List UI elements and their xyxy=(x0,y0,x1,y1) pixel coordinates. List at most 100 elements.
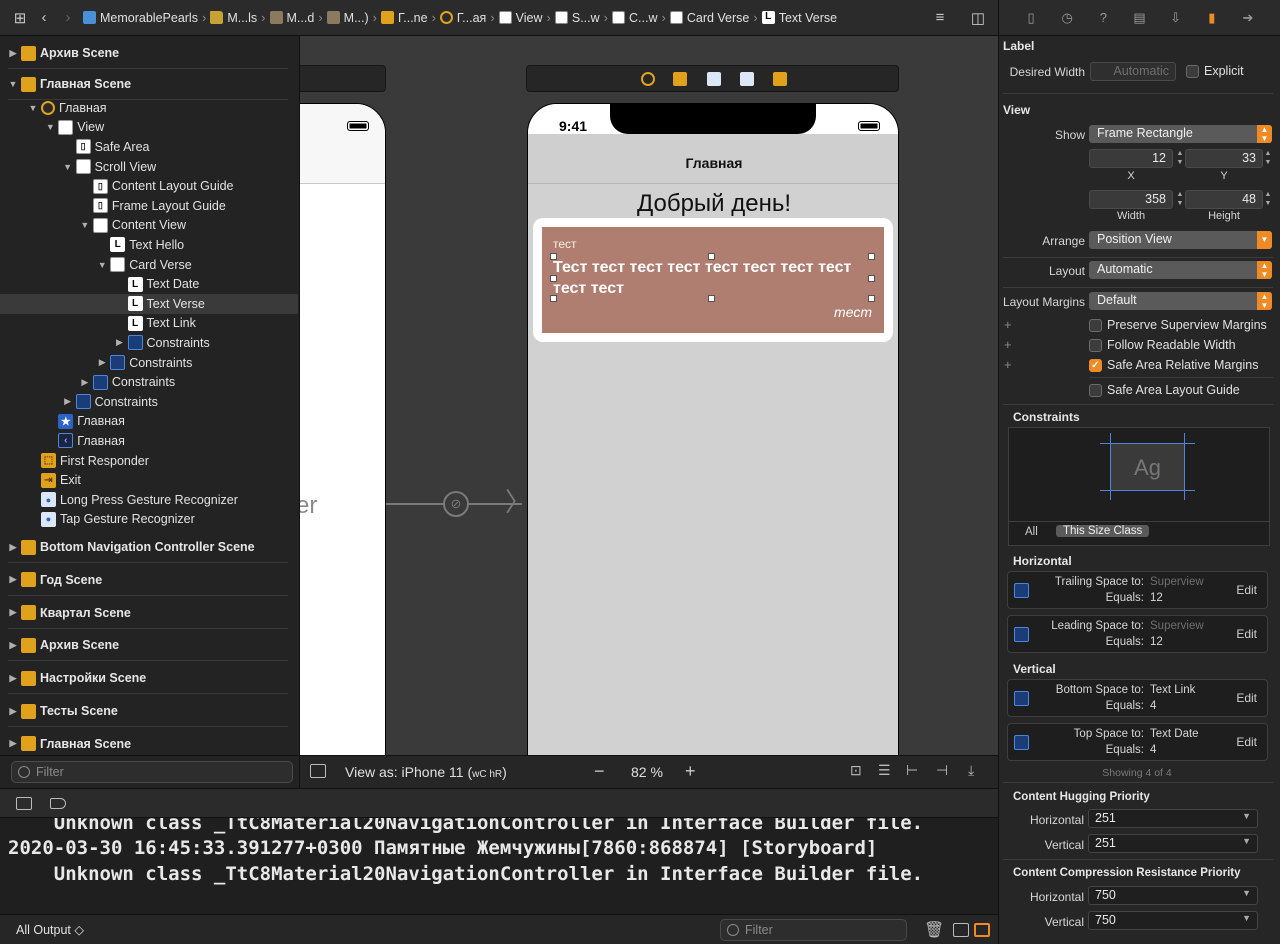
constraint-card-leading[interactable]: Leading Space to: Superview Equals: 12 E… xyxy=(1007,615,1268,653)
toggle-outline-icon[interactable] xyxy=(310,764,326,778)
scene-header[interactable]: ▼ Главная Scene xyxy=(8,73,288,95)
breadcrumb-localization[interactable]: M...) xyxy=(324,11,372,25)
outline-item[interactable]: ▯ Safe Area xyxy=(0,137,298,157)
edit-constraint-button[interactable]: Edit xyxy=(1236,691,1257,705)
text-date-label[interactable]: тест xyxy=(553,237,577,251)
breadcrumb-view-controller[interactable]: Г...ая xyxy=(437,11,489,25)
breadcrumb-text-verse[interactable]: L Text Verse xyxy=(759,11,840,25)
safe-area-layout-guide-checkbox[interactable] xyxy=(1089,384,1102,397)
disclosure-triangle-icon[interactable]: ▶ xyxy=(8,48,18,59)
add-variation-button[interactable]: + xyxy=(1004,337,1012,352)
iphone-frame-left[interactable] xyxy=(300,103,386,755)
follow-readable-width-checkbox[interactable] xyxy=(1089,339,1102,352)
outline-item[interactable]: L Text Date xyxy=(0,274,298,294)
comp-horizontal-field[interactable]: 750 ▼ xyxy=(1088,886,1258,905)
align-icon[interactable]: ⊢ xyxy=(906,762,918,779)
scene-header[interactable]: ▶ Год Scene xyxy=(8,569,288,591)
disclosure-triangle-icon[interactable]: ▼ xyxy=(80,220,90,230)
outline-item[interactable]: ★ Главная xyxy=(0,412,298,432)
identity-inspector-icon[interactable]: ▤ xyxy=(1131,10,1147,26)
disclosure-triangle-icon[interactable]: ▶ xyxy=(97,357,107,368)
selection-handle[interactable] xyxy=(708,295,715,302)
disclosure-triangle-icon[interactable]: ▼ xyxy=(63,162,73,172)
outline-item[interactable]: ● Tap Gesture Recognizer xyxy=(0,510,298,530)
selection-handle[interactable] xyxy=(550,275,557,282)
storyboard-canvas[interactable]: er ⊘ 〉 9:41 Главная Добрый день! тест Те… xyxy=(300,36,998,755)
outline-item[interactable]: ▼ Главная xyxy=(0,98,298,118)
outline-item[interactable]: ▶ Constraints xyxy=(0,392,298,412)
selection-handle[interactable] xyxy=(708,253,715,260)
trash-icon[interactable]: 🗑 xyxy=(924,920,944,940)
show-variables-view-icon[interactable] xyxy=(953,923,969,937)
width-field[interactable]: 358 xyxy=(1089,190,1173,209)
edit-constraint-button[interactable]: Edit xyxy=(1236,735,1257,749)
disclosure-triangle-icon[interactable]: ▼ xyxy=(28,103,38,113)
attributes-inspector-icon[interactable]: ⇩ xyxy=(1168,10,1184,26)
disclosure-triangle-icon[interactable]: ▶ xyxy=(115,337,125,348)
explicit-checkbox[interactable] xyxy=(1186,65,1199,78)
text-verse-label[interactable]: Тест тест тест тест тест тест тест тест … xyxy=(553,257,853,299)
stack-view-icon[interactable]: ☰ xyxy=(878,762,891,779)
breadcrumb-view[interactable]: View xyxy=(496,11,546,25)
desired-width-field[interactable]: Automatic xyxy=(1090,62,1176,81)
outline-item[interactable]: ‹ Главная xyxy=(0,431,298,451)
x-stepper[interactable]: ▲ ▼ xyxy=(1175,149,1185,168)
disclosure-triangle-icon[interactable]: ▶ xyxy=(63,396,73,407)
show-console-view-icon[interactable] xyxy=(974,923,990,937)
breadcrumb-card-verse[interactable]: Card Verse xyxy=(667,11,753,25)
segue-icon[interactable]: ⊘ xyxy=(443,491,469,517)
disclosure-triangle-icon[interactable]: ▶ xyxy=(8,607,18,618)
disclosure-triangle-icon[interactable]: ▼ xyxy=(45,122,55,132)
disclosure-triangle-icon[interactable]: ▶ xyxy=(80,377,90,388)
related-items-grid-icon[interactable]: ⊞ xyxy=(8,6,32,30)
console-filter-input[interactable]: Filter xyxy=(720,919,907,941)
outline-item-selected[interactable]: L Text Verse xyxy=(0,294,298,314)
layout-margins-popup[interactable]: Default ▲ ▼ xyxy=(1089,292,1272,310)
debug-console[interactable]: Unknown class _TtC8Material20NavigationC… xyxy=(0,818,998,914)
resolve-issues-icon[interactable]: ⤓ xyxy=(968,762,974,779)
breakpoint-toggle-icon[interactable] xyxy=(50,798,66,809)
back-chevron-icon[interactable]: ‹ xyxy=(32,6,56,30)
y-field[interactable]: 33 xyxy=(1185,149,1263,168)
breadcrumb-scene[interactable]: Г...ne xyxy=(378,11,431,25)
scene-header[interactable]: ▶ Настройки Scene xyxy=(8,667,288,689)
add-editor-split-icon[interactable]: ◫ xyxy=(966,6,990,30)
size-inspector-icon[interactable]: ▮ xyxy=(1204,10,1220,26)
card-verse[interactable]: тест Тест тест тест тест тест тест тест … xyxy=(542,227,884,333)
disclosure-triangle-icon[interactable]: ▶ xyxy=(8,673,18,684)
breadcrumb-content-view[interactable]: C...w xyxy=(609,11,660,25)
hug-horizontal-field[interactable]: 251 ▼ xyxy=(1088,809,1258,828)
forward-chevron-icon[interactable]: › xyxy=(56,6,80,30)
first-responder-dock-icon[interactable] xyxy=(673,72,687,86)
x-field[interactable]: 12 xyxy=(1089,149,1173,168)
breadcrumb-project[interactable]: MemorablePearls xyxy=(80,11,201,25)
height-stepper[interactable]: ▲ ▼ xyxy=(1263,190,1273,209)
scene-header[interactable]: ▶ Архив Scene xyxy=(8,42,288,64)
edit-constraint-button[interactable]: Edit xyxy=(1236,583,1257,597)
outline-item[interactable]: ⇥ Exit xyxy=(0,470,298,490)
hug-vertical-field[interactable]: 251 ▼ xyxy=(1088,834,1258,853)
outline-item[interactable]: ▯ Content Layout Guide xyxy=(0,176,298,196)
outline-item[interactable]: ▼ Content View xyxy=(0,216,298,236)
file-inspector-icon[interactable]: ▯ xyxy=(1023,10,1039,26)
width-stepper[interactable]: ▲ ▼ xyxy=(1175,190,1185,209)
selection-handle[interactable] xyxy=(550,253,557,260)
scene-header[interactable]: ▶ Архив Scene xyxy=(8,634,288,656)
scene-dock-left[interactable] xyxy=(300,65,386,92)
safe-area-relative-margins-checkbox[interactable]: ✓ xyxy=(1089,359,1102,372)
outline-item[interactable]: ▼ View xyxy=(0,118,298,138)
constraint-card-bottom[interactable]: Bottom Space to: Text Link Equals: 4 Edi… xyxy=(1007,679,1268,717)
text-hello-label[interactable]: Добрый день! xyxy=(528,190,898,218)
scene-header[interactable]: ▶ Тесты Scene xyxy=(8,700,288,722)
outline-item[interactable]: ▯ Frame Layout Guide xyxy=(0,196,298,216)
document-items-menu-icon[interactable]: ≡ xyxy=(928,6,952,30)
view-controller-dock-icon[interactable] xyxy=(641,72,655,86)
y-stepper[interactable]: ▲ ▼ xyxy=(1263,149,1273,168)
zoom-in-button[interactable]: + xyxy=(685,761,696,782)
add-constraints-icon[interactable]: ⊣ xyxy=(936,762,948,779)
outline-item[interactable]: ⬚ First Responder xyxy=(0,451,298,471)
connections-inspector-icon[interactable]: ➔ xyxy=(1240,10,1256,26)
selection-handle[interactable] xyxy=(868,275,875,282)
iphone-frame-main[interactable]: 9:41 Главная Добрый день! тест Тест тест… xyxy=(527,103,899,755)
disclosure-triangle-icon[interactable]: ▶ xyxy=(8,738,18,749)
